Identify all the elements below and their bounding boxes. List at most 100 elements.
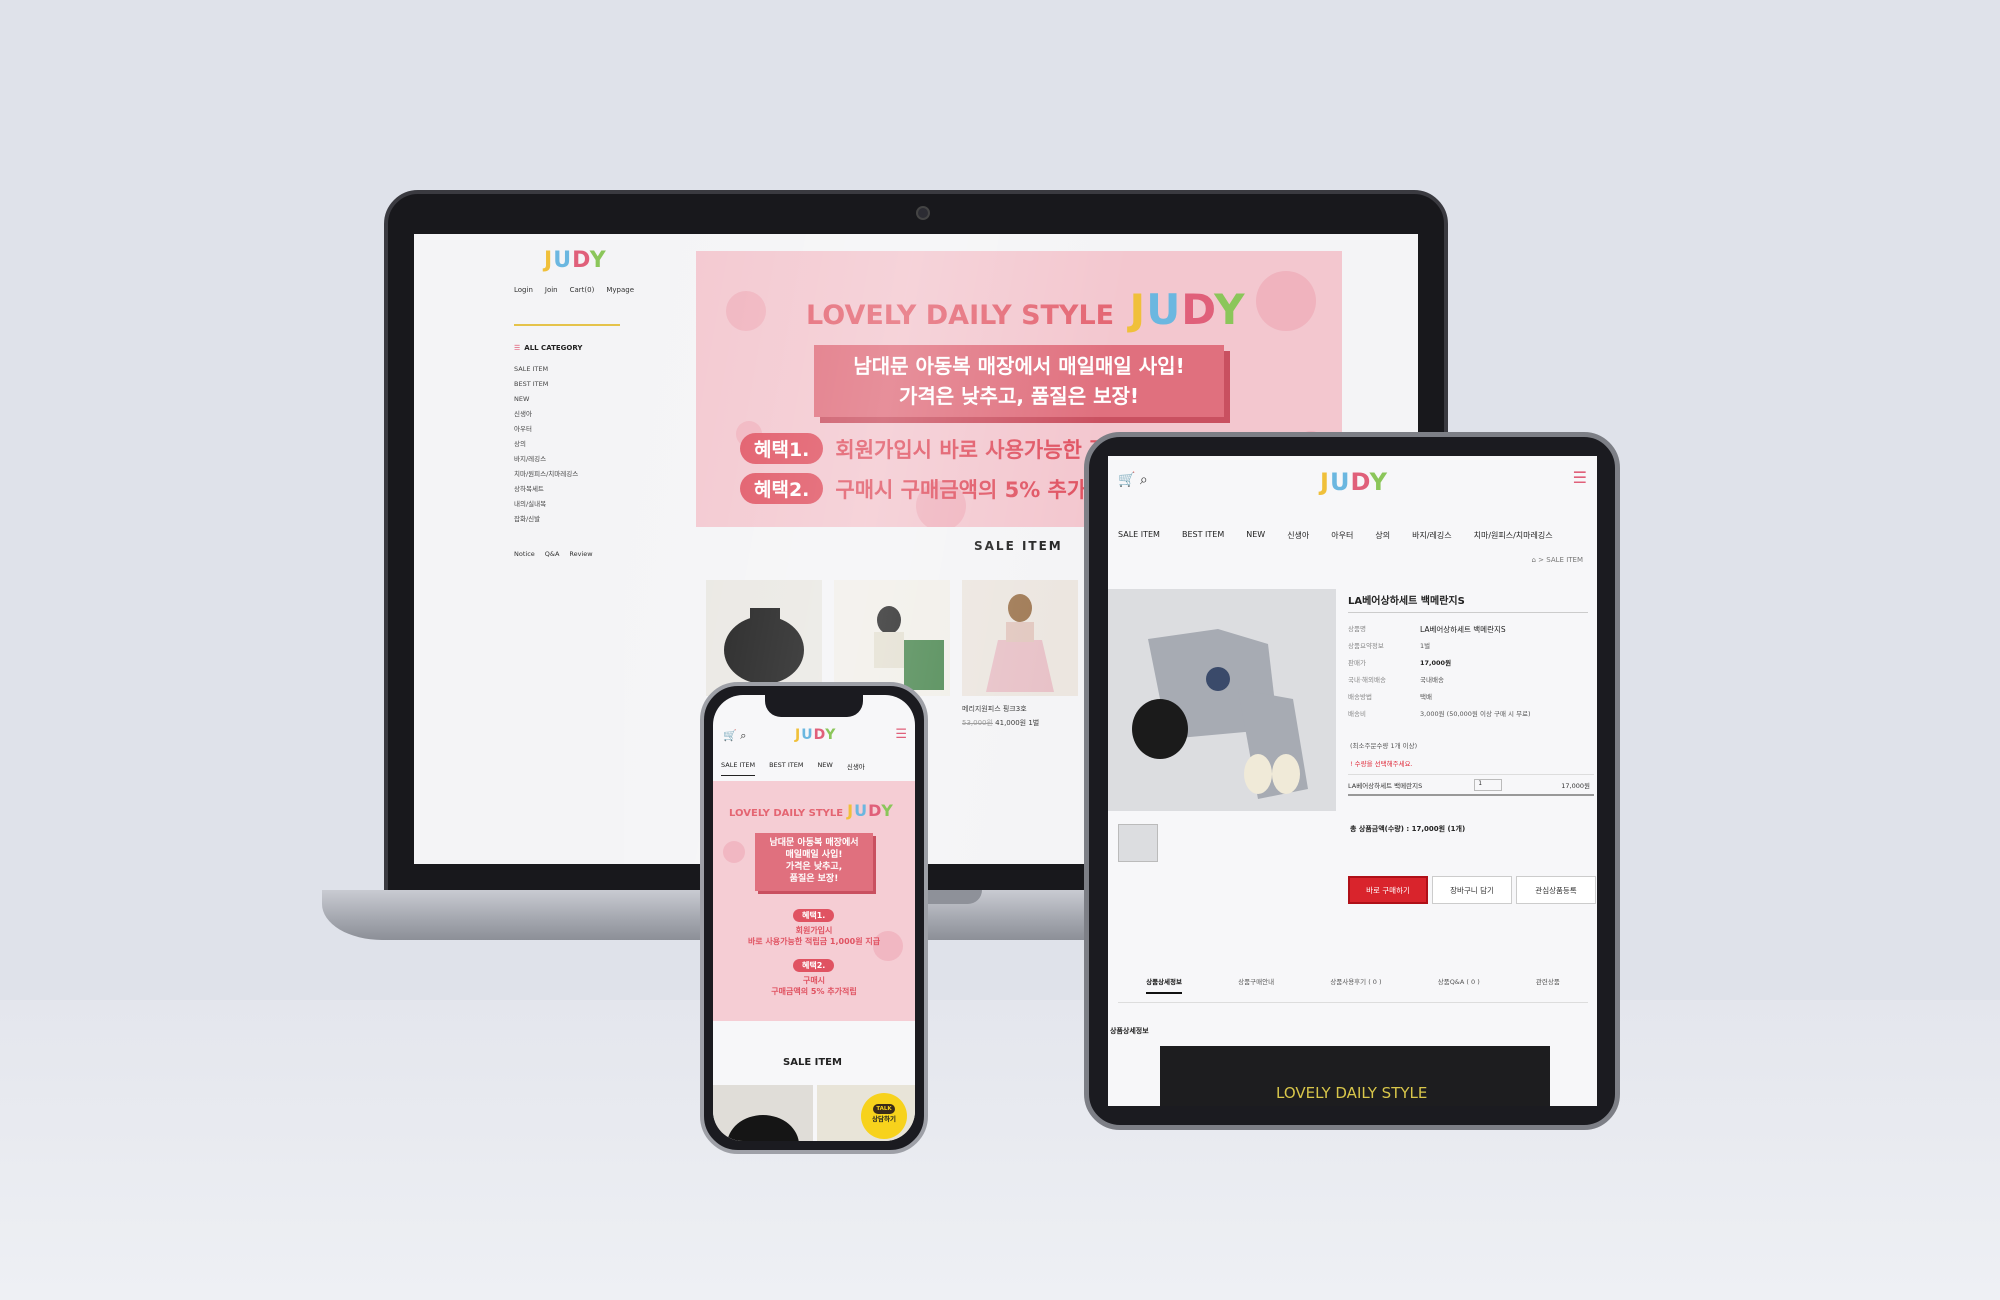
category-item[interactable]: 내의/실내복 bbox=[514, 497, 578, 512]
benefit-1: 혜택1. 회원가입시 바로 사용가능한 적 bbox=[740, 433, 1109, 464]
banner-message-box: 남대문 아동복 매장에서 매일매일 사입! 가격은 낮추고, 품질은 보장! bbox=[814, 345, 1224, 417]
home-icon[interactable]: ⌂ bbox=[1532, 556, 1536, 564]
hamburger-icon[interactable]: ☰ bbox=[895, 727, 907, 742]
mypage-link[interactable]: Mypage bbox=[606, 286, 634, 294]
nav-item[interactable]: 바지/레깅스 bbox=[1412, 530, 1452, 541]
sidebar-divider bbox=[514, 324, 620, 326]
spec-row: 상품요약정보 1벌 bbox=[1348, 642, 1431, 650]
product-spec-table: 상품명 LA베어상하세트 백메란지S 상품요약정보 1벌 판매가 17,000원 국내… bbox=[1348, 612, 1588, 723]
category-item[interactable]: 상하복세트 bbox=[514, 482, 578, 497]
phone-device: 🛒 ⌕ JUDY ☰ SALE ITEM BEST ITEM NEW 신생아 L… bbox=[700, 682, 928, 1154]
search-icon[interactable]: ⌕ bbox=[1140, 472, 1148, 488]
benefit-text: 회원가입시 바로 사용가능한 적립금 1,000원 지급 bbox=[747, 926, 881, 946]
nav-item[interactable]: NEW bbox=[817, 761, 832, 776]
cart-icon[interactable]: 🛒 bbox=[1118, 472, 1135, 488]
benefit-pill: 혜택2. bbox=[740, 473, 824, 504]
all-category-label: ALL CATEGORY bbox=[524, 344, 583, 352]
tab-qna[interactable]: 상품Q&A ( 0 ) bbox=[1438, 976, 1480, 994]
review-link[interactable]: Review bbox=[569, 550, 592, 558]
tablet-screen: 🛒 ⌕ JUDY ☰ SALE ITEM BEST ITEM NEW 신생아 아… bbox=[1108, 456, 1597, 1106]
add-to-cart-button[interactable]: 장바구니 담기 bbox=[1432, 876, 1512, 904]
benefit-text: 구매시 구매금액의 5% 추가적립 bbox=[771, 976, 857, 996]
all-category-header[interactable]: ☰ ALL CATEGORY bbox=[514, 344, 582, 352]
cart-icon[interactable]: 🛒 bbox=[723, 729, 737, 742]
benefit-2: 혜택2. 구매시 구매금액의 5% 추가적 bbox=[740, 473, 1106, 504]
product-image[interactable] bbox=[713, 1085, 813, 1141]
purchase-buttons: 바로 구매하기 장바구니 담기 관심상품등록 bbox=[1348, 876, 1596, 904]
spec-row: 상품명 LA베어상하세트 백메란지S bbox=[1348, 625, 1506, 634]
benefit-pill: 혜택2. bbox=[793, 959, 835, 972]
nav-item[interactable]: SALE ITEM bbox=[721, 761, 756, 776]
qna-link[interactable]: Q&A bbox=[545, 550, 560, 558]
banner-logo: JUDY bbox=[847, 801, 894, 820]
tab-reviews[interactable]: 상품사용후기 ( 0 ) bbox=[1330, 976, 1381, 994]
talk-badge: TALK bbox=[873, 1104, 895, 1114]
spec-row: 배송비 3,000원 (50,000원 이상 구매 시 무료) bbox=[1348, 710, 1531, 718]
detail-banner-image: LOVELY DAILY STYLE bbox=[1160, 1046, 1550, 1106]
tablet-header-icons: 🛒 ⌕ bbox=[1118, 472, 1148, 488]
detail-banner-text: LOVELY DAILY STYLE bbox=[1276, 1084, 1428, 1102]
notice-link[interactable]: Notice bbox=[514, 550, 535, 558]
product-name: 메리지원피스 핑크3호 bbox=[962, 705, 1027, 713]
desktop-logo[interactable]: JUDY bbox=[544, 248, 607, 273]
nav-item[interactable]: 아우터 bbox=[1331, 530, 1353, 541]
nav-item[interactable]: 신생아 bbox=[1287, 530, 1309, 541]
banner-title: LOVELY DAILY STYLE JUDY bbox=[806, 285, 1246, 334]
quantity-warning: ! 수량을 선택해주세요. bbox=[1350, 760, 1413, 768]
tab-detail[interactable]: 상품상세정보 bbox=[1146, 976, 1182, 994]
benefit-pill: 혜택1. bbox=[740, 433, 824, 464]
floor-reflection bbox=[0, 1000, 2000, 1300]
banner-title: LOVELY DAILY STYLE JUDY bbox=[729, 801, 894, 820]
product-card[interactable]: 메리지원피스 핑크3호 53,000원 41,000원 1벌 bbox=[962, 580, 1078, 728]
product-image[interactable] bbox=[834, 580, 950, 696]
buy-now-button[interactable]: 바로 구매하기 bbox=[1348, 876, 1428, 904]
product-image[interactable] bbox=[962, 580, 1078, 696]
nav-item[interactable]: SALE ITEM bbox=[1118, 530, 1160, 541]
product-image[interactable] bbox=[706, 580, 822, 696]
nav-item[interactable]: BEST ITEM bbox=[769, 761, 803, 776]
tab-related[interactable]: 관련상품 bbox=[1536, 976, 1560, 994]
nav-item[interactable]: 상의 bbox=[1375, 530, 1390, 541]
tablet-nav: SALE ITEM BEST ITEM NEW 신생아 아우터 상의 바지/레깅… bbox=[1118, 530, 1553, 541]
phone-logo[interactable]: JUDY bbox=[795, 727, 836, 743]
tablet-logo[interactable]: JUDY bbox=[1320, 468, 1388, 496]
login-link[interactable]: Login bbox=[514, 286, 533, 294]
detail-tabs: 상품상세정보 상품구매안내 상품사용후기 ( 0 ) 상품Q&A ( 0 ) 관… bbox=[1118, 976, 1588, 1003]
kakao-talk-button[interactable]: TALK 상담하기 bbox=[861, 1093, 907, 1139]
product-thumbnail[interactable] bbox=[1118, 824, 1158, 862]
spec-row: 국내·해외배송 국내배송 bbox=[1348, 676, 1444, 684]
wishlist-button[interactable]: 관심상품등록 bbox=[1516, 876, 1596, 904]
category-item[interactable]: NEW bbox=[514, 392, 578, 407]
benefit-text: 구매시 구매금액의 5% 추가적 bbox=[835, 477, 1106, 502]
join-link[interactable]: Join bbox=[545, 286, 558, 294]
category-item[interactable]: SALE ITEM bbox=[514, 362, 578, 377]
banner-message-box: 남대문 아동복 매장에서 매일매일 사입! 가격은 낮추고, 품질은 보장! bbox=[755, 833, 873, 891]
search-icon[interactable]: ⌕ bbox=[740, 729, 746, 742]
product-price: 53,000원 41,000원 1벌 bbox=[962, 719, 1040, 727]
sale-item-heading: SALE ITEM bbox=[783, 1057, 842, 1068]
nav-item[interactable]: BEST ITEM bbox=[1182, 530, 1224, 541]
detail-section-label: 상품상세정보 bbox=[1110, 1027, 1149, 1035]
breadcrumb-current[interactable]: SALE ITEM bbox=[1546, 556, 1583, 564]
banner-line: 가격은 낮추고, 품질은 보장! bbox=[898, 384, 1139, 408]
category-item[interactable]: 신생아 bbox=[514, 407, 578, 422]
category-item[interactable]: 치마/원피스/치마레깅스 bbox=[514, 467, 578, 482]
account-links: Login Join Cart(0) Mypage bbox=[514, 286, 634, 294]
spec-row: 배송방법 택배 bbox=[1348, 693, 1432, 701]
webcam bbox=[916, 206, 930, 220]
cart-link[interactable]: Cart(0) bbox=[570, 286, 595, 294]
nav-item[interactable]: 치마/원피스/치마레깅스 bbox=[1474, 530, 1553, 541]
quantity-stepper[interactable]: 1 bbox=[1474, 778, 1503, 791]
category-item[interactable]: 바지/레깅스 bbox=[514, 452, 578, 467]
hamburger-icon[interactable]: ☰ bbox=[1573, 468, 1587, 487]
category-item[interactable]: BEST ITEM bbox=[514, 377, 578, 392]
nav-item[interactable]: 신생아 bbox=[847, 761, 865, 776]
tab-guide[interactable]: 상품구매안내 bbox=[1238, 976, 1274, 994]
category-item[interactable]: 상의 bbox=[514, 437, 578, 452]
benefit-text: 회원가입시 바로 사용가능한 적 bbox=[835, 437, 1109, 462]
phone-banner[interactable]: LOVELY DAILY STYLE JUDY 남대문 아동복 매장에서 매일매일… bbox=[713, 781, 915, 1021]
category-item[interactable]: 잡화/신발 bbox=[514, 512, 578, 527]
category-item[interactable]: 아우터 bbox=[514, 422, 578, 437]
min-quantity-note: (최소주문수량 1개 이상) bbox=[1350, 742, 1418, 750]
nav-item[interactable]: NEW bbox=[1246, 530, 1265, 541]
